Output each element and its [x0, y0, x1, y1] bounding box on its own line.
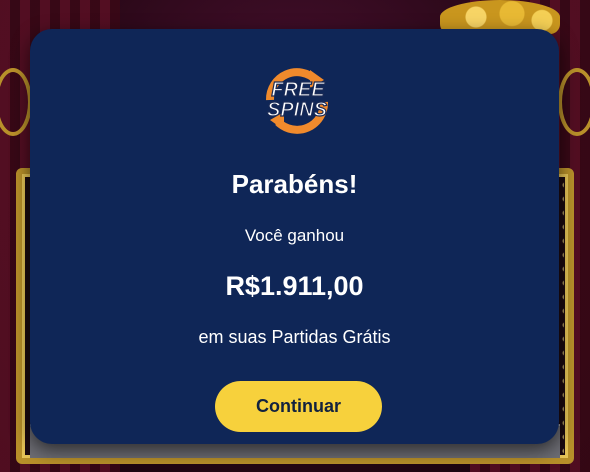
logo-text-spins: SPINS — [267, 99, 328, 121]
dialog-title: Parabéns! — [231, 169, 358, 199]
dialog-subtitle: Você ganhou — [244, 226, 345, 245]
win-note: em suas Partidas Grátis — [198, 327, 391, 347]
free-spins-win-dialog: FREE SPINS Parabéns! Você ganhou R$1.911… — [30, 29, 559, 444]
frame-handle-right — [558, 68, 590, 136]
logo-text-free: FREE — [271, 79, 325, 101]
slot-game-background: FREE SPINS Parabéns! Você ganhou R$1.911… — [0, 0, 590, 472]
win-amount: R$1.911,00 — [225, 271, 364, 301]
continue-button[interactable]: Continuar — [215, 381, 382, 432]
free-spins-logo-icon: FREE SPINS — [265, 68, 328, 134]
